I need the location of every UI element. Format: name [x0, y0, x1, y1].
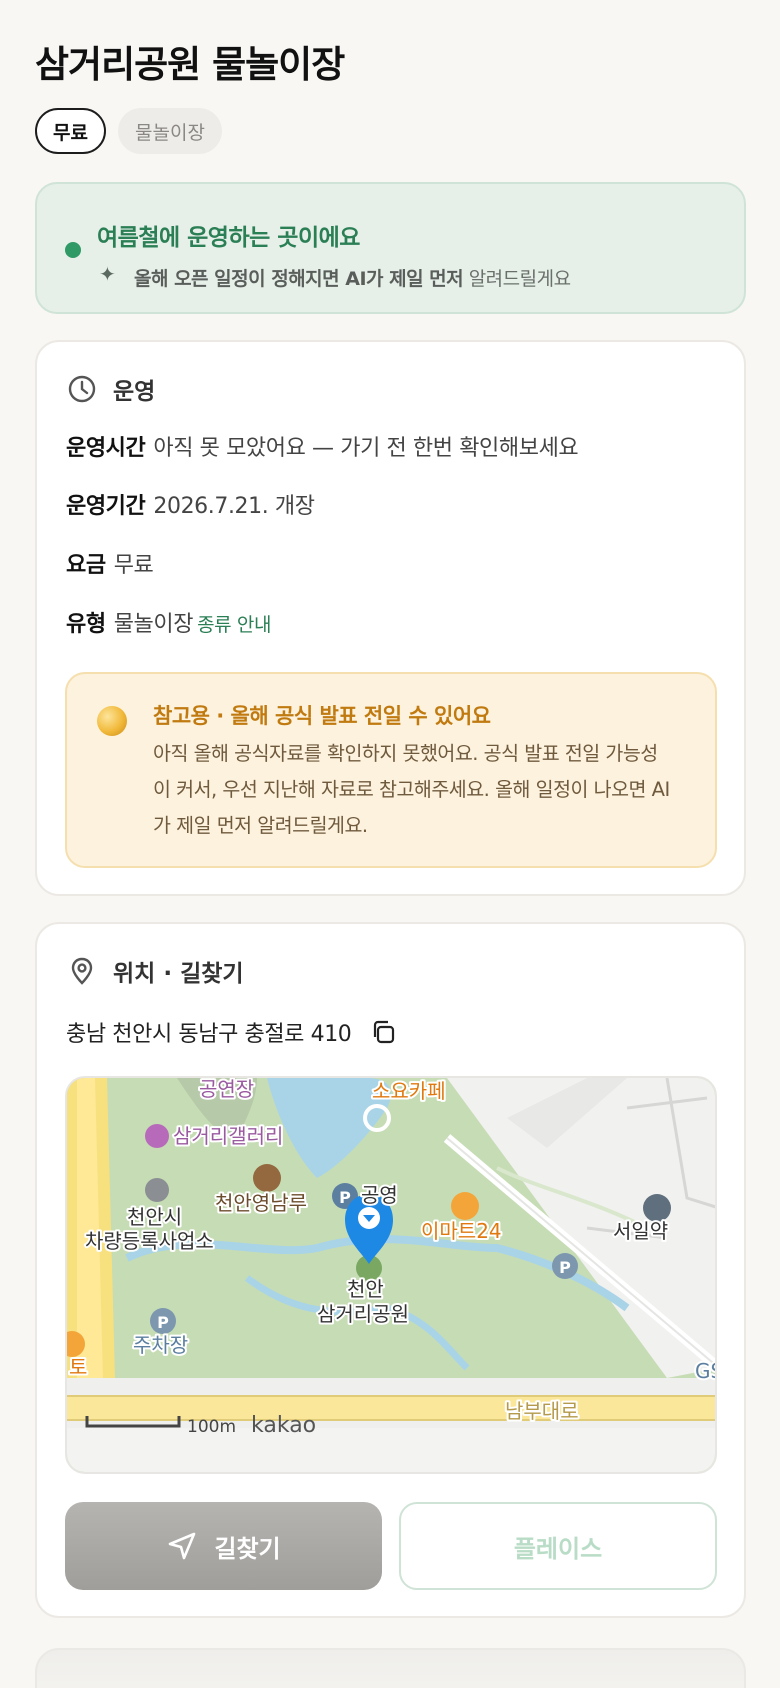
reference-warning: 참고용 · 올해 공식 발표 전일 수 있어요 아직 올해 공식자료를 확인하지… — [65, 672, 717, 868]
map-view[interactable]: P P P 공연장 소요카페 삼거리갤러리 천안영남루 천안시 차량등록사업소 … — [65, 1076, 717, 1474]
address-row: 충남 천안시 동남구 충절로 410 — [66, 1016, 397, 1048]
location-header: 위치 · 길찾기 — [67, 954, 244, 988]
hours-row: 운영시간 아직 못 모았어요 — 가기 전 한번 확인해보세요 — [66, 436, 579, 461]
map-label-edge-left: 토 — [69, 1355, 87, 1379]
svg-text:P: P — [339, 1188, 351, 1207]
coin-icon — [97, 706, 127, 736]
location-pin-icon — [71, 957, 93, 985]
clock-icon — [68, 375, 96, 403]
copy-icon[interactable] — [369, 1018, 397, 1046]
map-label-registry-2: 차량등록사업소 — [85, 1229, 214, 1253]
notice-subtitle: 올해 오픈 일정이 정해지면 AI가 제일 먼저 알려드릴게요 — [134, 268, 571, 290]
type-tag: 물놀이장 — [118, 108, 222, 154]
type-row: 유형 물놀이장 종류 안내 — [66, 612, 272, 637]
map-label-pavilion: 천안영남루 — [215, 1191, 307, 1215]
price-tag: 무료 — [35, 108, 106, 154]
route-button[interactable]: 길찾기 — [65, 1502, 382, 1590]
warning-title: 참고용 · 올해 공식 발표 전일 수 있어요 — [153, 704, 491, 728]
map-label-park-1: 천안 — [347, 1277, 384, 1301]
map-label-road: 남부대로 — [505, 1399, 579, 1423]
map-label-mart: 이마트24 — [421, 1219, 502, 1243]
place-button[interactable]: 플레이스 — [399, 1502, 717, 1590]
operation-card: 운영 운영시간 아직 못 모았어요 — 가기 전 한번 확인해보세요 운영기간 20… — [35, 340, 746, 896]
fee-row: 요금 무료 — [66, 553, 154, 578]
seasonal-notice: 여름철에 운영하는 곳이에요 ✦ 올해 오픈 일정이 정해지면 AI가 제일 먼… — [35, 182, 746, 314]
route-button-label: 길찾기 — [214, 1534, 281, 1563]
svg-text:P: P — [559, 1258, 571, 1277]
map-label-gallery: 삼거리갤러리 — [173, 1124, 283, 1148]
map-label-public-parking: 공영 — [361, 1183, 398, 1207]
operation-header: 운영 — [67, 372, 155, 406]
location-card: 위치 · 길찾기 충남 천안시 동남구 충절로 410 P P P 공연장 소요… — [35, 922, 746, 1618]
period-row: 운영기간 2026.7.21. 개장 — [66, 494, 315, 519]
svg-text:P: P — [157, 1313, 169, 1332]
map-label-parking: 주차장 — [133, 1333, 188, 1357]
warning-body: 아직 올해 공식자료를 확인하지 못했어요. 공식 발표 전일 가능성이 커서,… — [153, 742, 670, 837]
operation-title: 운영 — [113, 379, 156, 405]
navigation-arrow-icon — [169, 1532, 196, 1560]
map-label-park-2: 삼거리공원 — [317, 1302, 409, 1326]
type-guide-link[interactable]: 종류 안내 — [197, 614, 271, 636]
address-text: 충남 천안시 동남구 충절로 410 — [66, 1022, 352, 1047]
place-button-label: 플레이스 — [513, 1534, 603, 1563]
map-label-theater: 공연장 — [199, 1078, 254, 1101]
map-label-cafe: 소요카페 — [372, 1079, 446, 1103]
sparkle-icon: ✦ — [99, 262, 116, 286]
map-scale: 100m — [187, 1417, 236, 1437]
next-card — [35, 1648, 746, 1688]
map-label-registry-1: 천안시 — [127, 1205, 182, 1229]
map-label-edge-right: GS — [695, 1359, 717, 1383]
notice-title: 여름철에 운영하는 곳이에요 — [97, 225, 360, 251]
map-label-pharmacy: 서일약 — [613, 1219, 668, 1243]
location-title: 위치 · 길찾기 — [113, 961, 244, 987]
page-title: 삼거리공원 물놀이장 — [35, 43, 345, 86]
status-dot-icon — [65, 242, 81, 258]
map-brand: kakao — [251, 1413, 316, 1438]
